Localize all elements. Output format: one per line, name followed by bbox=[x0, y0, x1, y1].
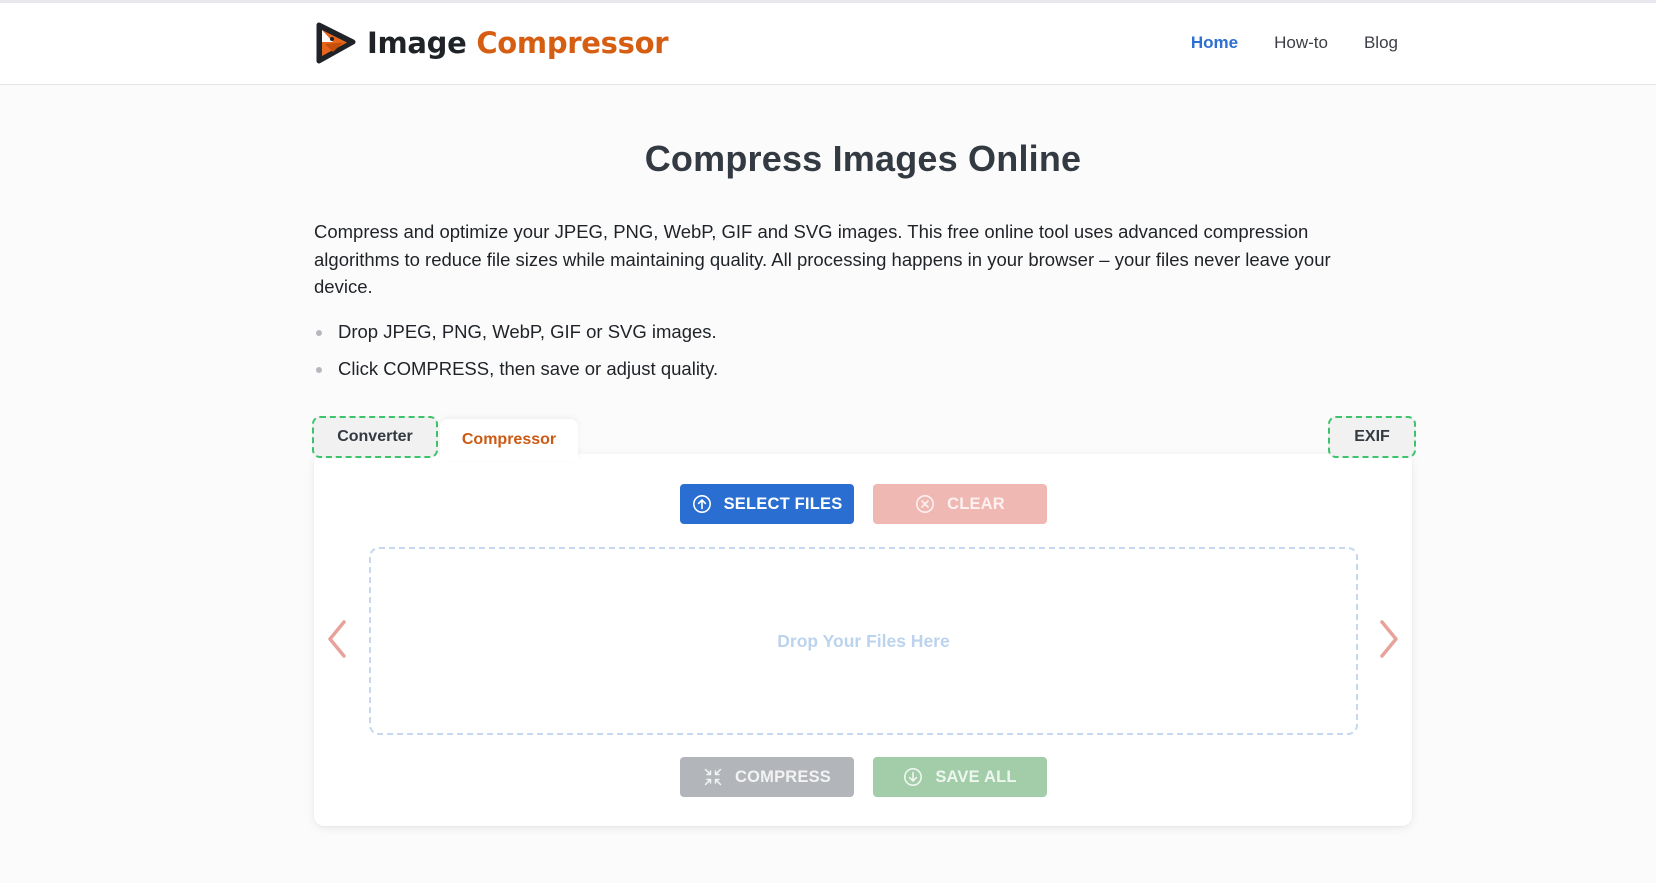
main-nav: Home How-to Blog bbox=[1155, 33, 1398, 53]
nav-home-link[interactable]: Home bbox=[1191, 33, 1238, 53]
logo-word-image: Image bbox=[367, 26, 467, 60]
nav-blog-link[interactable]: Blog bbox=[1364, 33, 1398, 53]
close-circle-icon bbox=[916, 495, 935, 513]
save-all-button[interactable]: SAVE ALL bbox=[873, 757, 1047, 797]
steps-list: Drop JPEG, PNG, WebP, GIF or SVG images.… bbox=[314, 318, 718, 392]
tab-exif[interactable]: EXIF bbox=[1328, 416, 1416, 458]
page-title: Compress Images Online bbox=[644, 138, 1082, 179]
intro-paragraph: Compress and optimize your JPEG, PNG, We… bbox=[314, 221, 1331, 297]
list-item: Click COMPRESS, then save or adjust qual… bbox=[314, 355, 718, 392]
compress-label: COMPRESS bbox=[734, 767, 832, 786]
select-files-button[interactable]: SELECT FILES bbox=[680, 484, 854, 524]
compress-arrows-icon bbox=[704, 768, 722, 786]
compress-button[interactable]: COMPRESS bbox=[680, 757, 854, 797]
chevron-right-icon bbox=[1380, 620, 1398, 658]
tab-converter[interactable]: Converter bbox=[312, 416, 438, 458]
fox-play-logo-icon bbox=[316, 22, 356, 64]
drop-zone[interactable]: Drop Your Files Here bbox=[369, 547, 1358, 735]
nav-howto-link[interactable]: How-to bbox=[1274, 33, 1328, 53]
site-logo[interactable]: Image Compressor bbox=[313, 19, 669, 67]
clear-button[interactable]: CLEAR bbox=[873, 484, 1047, 524]
logo-text: Image Compressor bbox=[367, 26, 669, 60]
clear-label: CLEAR bbox=[947, 494, 1005, 513]
next-arrow[interactable] bbox=[1374, 616, 1404, 662]
previous-arrow[interactable] bbox=[322, 616, 352, 662]
logo-word-compressor: Compressor bbox=[476, 26, 669, 60]
save-all-label: SAVE ALL bbox=[935, 767, 1017, 786]
site-header: Image Compressor Home How-to Blog bbox=[0, 3, 1656, 85]
tab-compressor[interactable]: Compressor bbox=[440, 419, 578, 461]
select-files-label: SELECT FILES bbox=[723, 494, 843, 513]
drop-zone-text: Drop Your Files Here bbox=[777, 630, 950, 651]
list-item: Drop JPEG, PNG, WebP, GIF or SVG images. bbox=[314, 318, 718, 355]
chevron-left-icon bbox=[328, 620, 346, 658]
download-circle-icon bbox=[904, 768, 923, 786]
upload-circle-icon bbox=[692, 495, 711, 513]
